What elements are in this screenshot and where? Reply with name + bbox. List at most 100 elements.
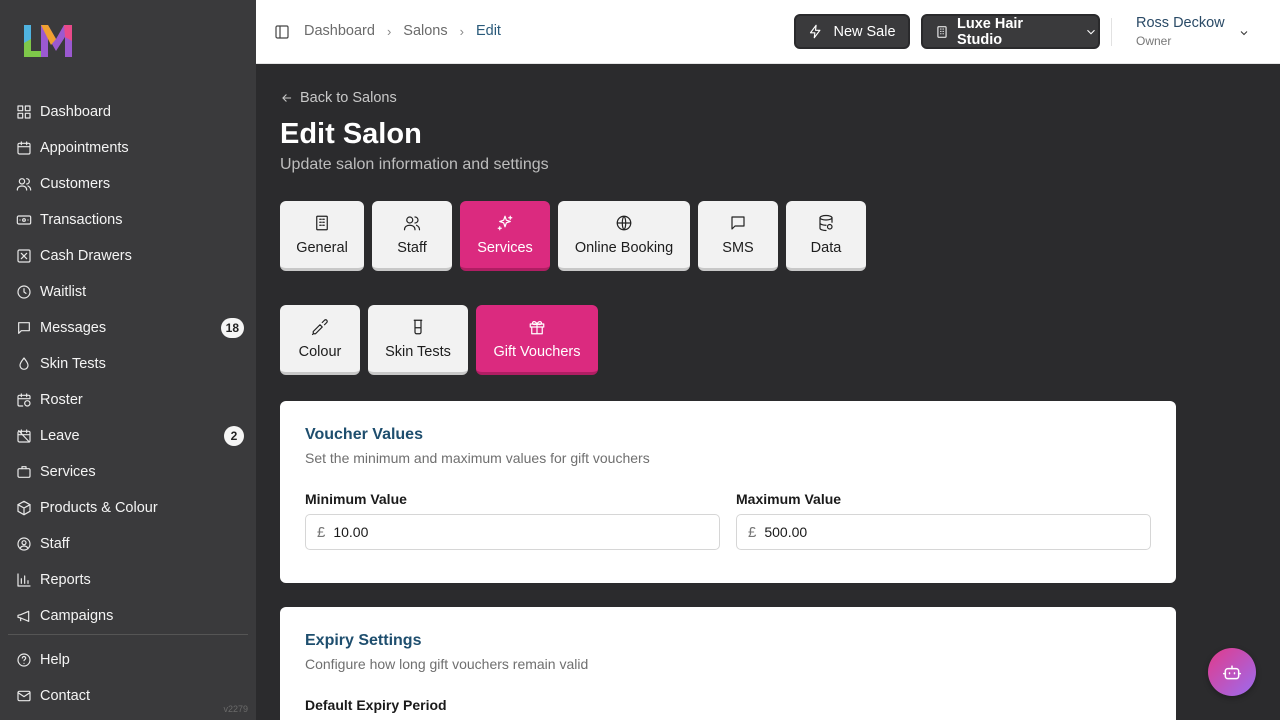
sidebar-item-waitlist[interactable]: Waitlist (8, 274, 248, 310)
briefcase-icon (16, 464, 32, 480)
breadcrumb-salons[interactable]: Salons (403, 23, 447, 39)
voucher-values-card: Voucher Values Set the minimum and maxim… (280, 401, 1176, 583)
chevron-right-icon: › (386, 23, 392, 39)
sidebar-item-skin-tests[interactable]: Skin Tests (8, 346, 248, 382)
sidebar-item-label: Messages (40, 320, 107, 336)
chevron-right-icon: › (459, 23, 464, 39)
sidebar-item-label: Staff (40, 536, 70, 552)
user-name: Ross Deckow (1136, 15, 1225, 31)
tab-label: Online Booking (574, 239, 674, 256)
new-sale-label: New Sale (833, 23, 896, 40)
sidebar-item-label: Customers (40, 176, 111, 192)
tab-label: Gift Vouchers (493, 343, 581, 360)
leave-count-badge: 2 (224, 426, 244, 446)
expiry-settings-card: Expiry Settings Configure how long gift … (280, 607, 1176, 720)
app-version: v2279 (223, 704, 248, 714)
help-circle-icon (16, 652, 32, 668)
sidebar-item-label: Skin Tests (40, 356, 106, 372)
dashboard-icon (16, 104, 32, 120)
sidebar-item-reports[interactable]: Reports (8, 562, 248, 598)
new-sale-button[interactable]: New Sale (794, 14, 910, 49)
package-icon (16, 500, 32, 516)
bar-chart-icon (16, 572, 32, 588)
sidebar-item-label: Campaigns (40, 608, 114, 624)
message-icon (16, 320, 32, 336)
sidebar-item-campaigns[interactable]: Campaigns (8, 598, 248, 634)
sidebar-item-label: Cash Drawers (40, 248, 132, 264)
message-square-icon (731, 215, 745, 230)
sidebar-item-label: Products & Colour (40, 500, 158, 516)
clock-icon (16, 284, 32, 300)
default-expiry-period-label: Default Expiry Period (305, 697, 447, 713)
sidebar-bottom-nav: Help Contact (8, 642, 248, 714)
sidebar-item-label: Reports (40, 572, 91, 588)
users-icon (16, 176, 32, 192)
sidebar-item-services[interactable]: Services (8, 454, 248, 490)
salon-selector-button[interactable]: Luxe Hair Studio (921, 14, 1100, 49)
tab-label: SMS (722, 239, 754, 256)
sidebar-item-label: Transactions (40, 212, 123, 228)
user-role: Owner (1136, 34, 1172, 48)
sidebar-item-label: Dashboard (40, 104, 111, 120)
tab-staff[interactable]: Staff (372, 201, 452, 271)
header-divider (1111, 18, 1112, 46)
sidebar-divider (8, 634, 248, 635)
globe-icon (616, 215, 632, 230)
app-logo[interactable] (21, 21, 75, 59)
zap-icon (810, 24, 821, 39)
sidebar-item-roster[interactable]: Roster (8, 382, 248, 418)
breadcrumb-dashboard[interactable]: Dashboard (304, 23, 375, 39)
sidebar-item-label: Appointments (40, 140, 129, 156)
salon-selector-label: Luxe Hair Studio (956, 15, 1024, 48)
minimum-value-text: 10.00 (333, 524, 369, 540)
sidebar-item-appointments[interactable]: Appointments (8, 130, 248, 166)
building-icon (316, 215, 328, 230)
sidebar-item-dashboard[interactable]: Dashboard (8, 94, 248, 130)
tab-sms[interactable]: SMS (698, 201, 778, 271)
tab-label: Data (810, 239, 842, 256)
back-label: Back to Salons (300, 90, 397, 106)
sidebar-item-cash-drawers[interactable]: Cash Drawers (8, 238, 248, 274)
users-icon (403, 215, 421, 230)
sidebar-item-staff[interactable]: Staff (8, 526, 248, 562)
sidebar-item-label: Help (40, 652, 70, 668)
sidebar-item-customers[interactable]: Customers (8, 166, 248, 202)
sidebar-item-label: Services (40, 464, 96, 480)
banknote-icon (16, 212, 32, 228)
tab-gift-vouchers[interactable]: Gift Vouchers (476, 305, 598, 375)
tab-colour[interactable]: Colour (280, 305, 360, 375)
tab-label: Staff (397, 239, 427, 256)
user-circle-icon (16, 536, 32, 552)
sidebar-item-contact[interactable]: Contact (8, 678, 248, 714)
sidebar-item-leave[interactable]: Leave 2 (8, 418, 248, 454)
top-header: Dashboard › Salons › Edit New Sale Luxe … (256, 0, 1280, 64)
voucher-values-title: Voucher Values (305, 426, 423, 443)
sidebar-item-label: Roster (40, 392, 83, 408)
tab-general[interactable]: General (280, 201, 364, 271)
back-to-salons-link[interactable]: Back to Salons (280, 90, 397, 106)
currency-symbol: £ (748, 523, 757, 541)
tab-data[interactable]: Data (786, 201, 866, 271)
sidebar-item-products-colour[interactable]: Products & Colour (8, 490, 248, 526)
sidebar-toggle-icon[interactable] (274, 24, 290, 40)
user-menu[interactable]: Ross Deckow Owner (1136, 15, 1225, 48)
chevron-down-icon[interactable] (1238, 26, 1250, 38)
minimum-value-input[interactable]: £ 10.00 (305, 514, 720, 550)
tab-label: Colour (298, 343, 342, 360)
expiry-settings-subtitle: Configure how long gift vouchers remain … (305, 656, 589, 672)
tab-services[interactable]: Services (460, 201, 550, 271)
breadcrumb-edit: Edit (475, 23, 501, 39)
messages-count-badge: 18 (220, 318, 244, 338)
maximum-value-input[interactable]: £ 500.00 (736, 514, 1151, 550)
sparkles-icon (497, 215, 513, 230)
sidebar-item-label: Leave (40, 428, 80, 444)
sidebar: Dashboard Appointments Customers Transac… (0, 0, 256, 720)
assistant-bot-button[interactable] (1208, 648, 1256, 696)
tab-online-booking[interactable]: Online Booking (558, 201, 690, 271)
sidebar-item-messages[interactable]: Messages 18 (8, 310, 248, 346)
tab-skin-tests[interactable]: Skin Tests (368, 305, 468, 375)
sidebar-item-help[interactable]: Help (8, 642, 248, 678)
droplet-icon (16, 356, 32, 372)
building-icon (937, 25, 947, 38)
sidebar-item-transactions[interactable]: Transactions (8, 202, 248, 238)
